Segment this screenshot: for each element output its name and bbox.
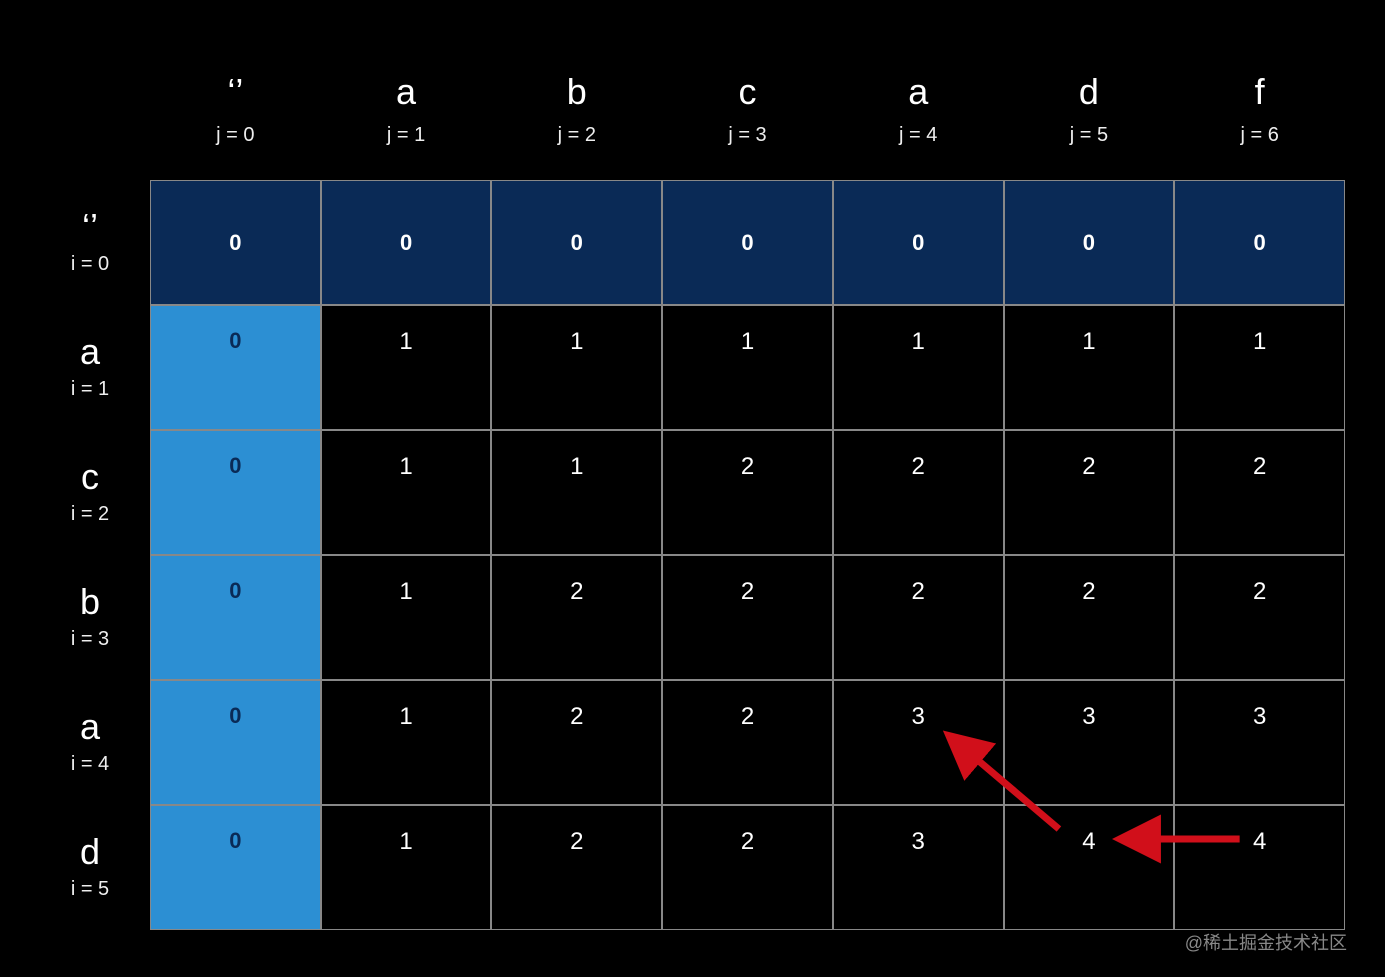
row-char: d — [80, 834, 100, 870]
cell-1-0: 0 — [150, 305, 321, 430]
cell-4-1: 1 — [321, 680, 492, 805]
corner-empty — [30, 70, 150, 180]
cell-1-1: 1 — [321, 305, 492, 430]
cell-1-2: 1 — [491, 305, 662, 430]
row-char: ‘’ — [82, 209, 98, 245]
row-index: i = 4 — [71, 753, 109, 776]
cell-4-0: 0 — [150, 680, 321, 805]
col-header-0: ‘’ j = 0 — [150, 70, 321, 180]
cell-1-4: 1 — [833, 305, 1004, 430]
col-index: j = 6 — [1240, 124, 1278, 147]
col-index: j = 1 — [387, 124, 425, 147]
dp-grid: ‘’ j = 0 a j = 1 b j = 2 c j = 3 a j = 4 d j = 5 f j … — [30, 70, 1345, 930]
cell-3-1: 1 — [321, 555, 492, 680]
row-header-2: c i = 2 — [30, 430, 150, 555]
row-char: c — [81, 459, 99, 495]
cell-4-4: 3 — [833, 680, 1004, 805]
cell-0-3: 0 — [662, 180, 833, 305]
cell-5-3: 2 — [662, 805, 833, 930]
cell-3-4: 2 — [833, 555, 1004, 680]
cell-4-5: 3 — [1004, 680, 1175, 805]
row-header-1: a i = 1 — [30, 305, 150, 430]
cell-5-0: 0 — [150, 805, 321, 930]
col-index: j = 3 — [728, 124, 766, 147]
cell-4-3: 2 — [662, 680, 833, 805]
row-header-4: a i = 4 — [30, 680, 150, 805]
cell-1-6: 1 — [1174, 305, 1345, 430]
cell-1-3: 1 — [662, 305, 833, 430]
col-header-6: f j = 6 — [1174, 70, 1345, 180]
cell-3-5: 2 — [1004, 555, 1175, 680]
cell-4-6: 3 — [1174, 680, 1345, 805]
cell-5-4: 3 — [833, 805, 1004, 930]
col-char: d — [1079, 74, 1099, 110]
row-header-3: b i = 3 — [30, 555, 150, 680]
row-header-0: ‘’ i = 0 — [30, 180, 150, 305]
col-header-5: d j = 5 — [1004, 70, 1175, 180]
row-index: i = 2 — [71, 503, 109, 526]
col-index: j = 2 — [558, 124, 596, 147]
cell-0-4: 0 — [833, 180, 1004, 305]
row-index: i = 1 — [71, 378, 109, 401]
cell-0-5: 0 — [1004, 180, 1175, 305]
col-header-4: a j = 4 — [833, 70, 1004, 180]
cell-2-4: 2 — [833, 430, 1004, 555]
col-char: f — [1255, 74, 1265, 110]
cell-3-2: 2 — [491, 555, 662, 680]
cell-2-1: 1 — [321, 430, 492, 555]
col-char: ‘’ — [227, 74, 243, 110]
cell-2-6: 2 — [1174, 430, 1345, 555]
watermark: @稀土掘金技术社区 — [1185, 929, 1347, 955]
cell-2-3: 2 — [662, 430, 833, 555]
cell-0-6: 0 — [1174, 180, 1345, 305]
cell-5-5: 4 — [1004, 805, 1175, 930]
cell-5-1: 1 — [321, 805, 492, 930]
col-index: j = 5 — [1070, 124, 1108, 147]
cell-3-3: 2 — [662, 555, 833, 680]
col-char: a — [908, 74, 928, 110]
row-char: b — [80, 584, 100, 620]
cell-2-0: 0 — [150, 430, 321, 555]
row-index: i = 0 — [71, 253, 109, 276]
cell-5-6: 4 — [1174, 805, 1345, 930]
row-header-5: d i = 5 — [30, 805, 150, 930]
row-char: a — [80, 709, 100, 745]
col-header-2: b j = 2 — [491, 70, 662, 180]
cell-2-2: 1 — [491, 430, 662, 555]
col-char: b — [567, 74, 587, 110]
cell-1-5: 1 — [1004, 305, 1175, 430]
col-header-3: c j = 3 — [662, 70, 833, 180]
cell-2-5: 2 — [1004, 430, 1175, 555]
col-header-1: a j = 1 — [321, 70, 492, 180]
cell-5-2: 2 — [491, 805, 662, 930]
cell-4-2: 2 — [491, 680, 662, 805]
cell-0-2: 0 — [491, 180, 662, 305]
col-index: j = 4 — [899, 124, 937, 147]
cell-0-0: 0 — [150, 180, 321, 305]
row-index: i = 5 — [71, 878, 109, 901]
cell-3-0: 0 — [150, 555, 321, 680]
row-index: i = 3 — [71, 628, 109, 651]
dp-table-container: ‘’ j = 0 a j = 1 b j = 2 c j = 3 a j = 4 d j = 5 f j … — [30, 70, 1345, 930]
cell-3-6: 2 — [1174, 555, 1345, 680]
col-char: a — [396, 74, 416, 110]
col-index: j = 0 — [216, 124, 254, 147]
cell-0-1: 0 — [321, 180, 492, 305]
col-char: c — [738, 74, 756, 110]
row-char: a — [80, 334, 100, 370]
